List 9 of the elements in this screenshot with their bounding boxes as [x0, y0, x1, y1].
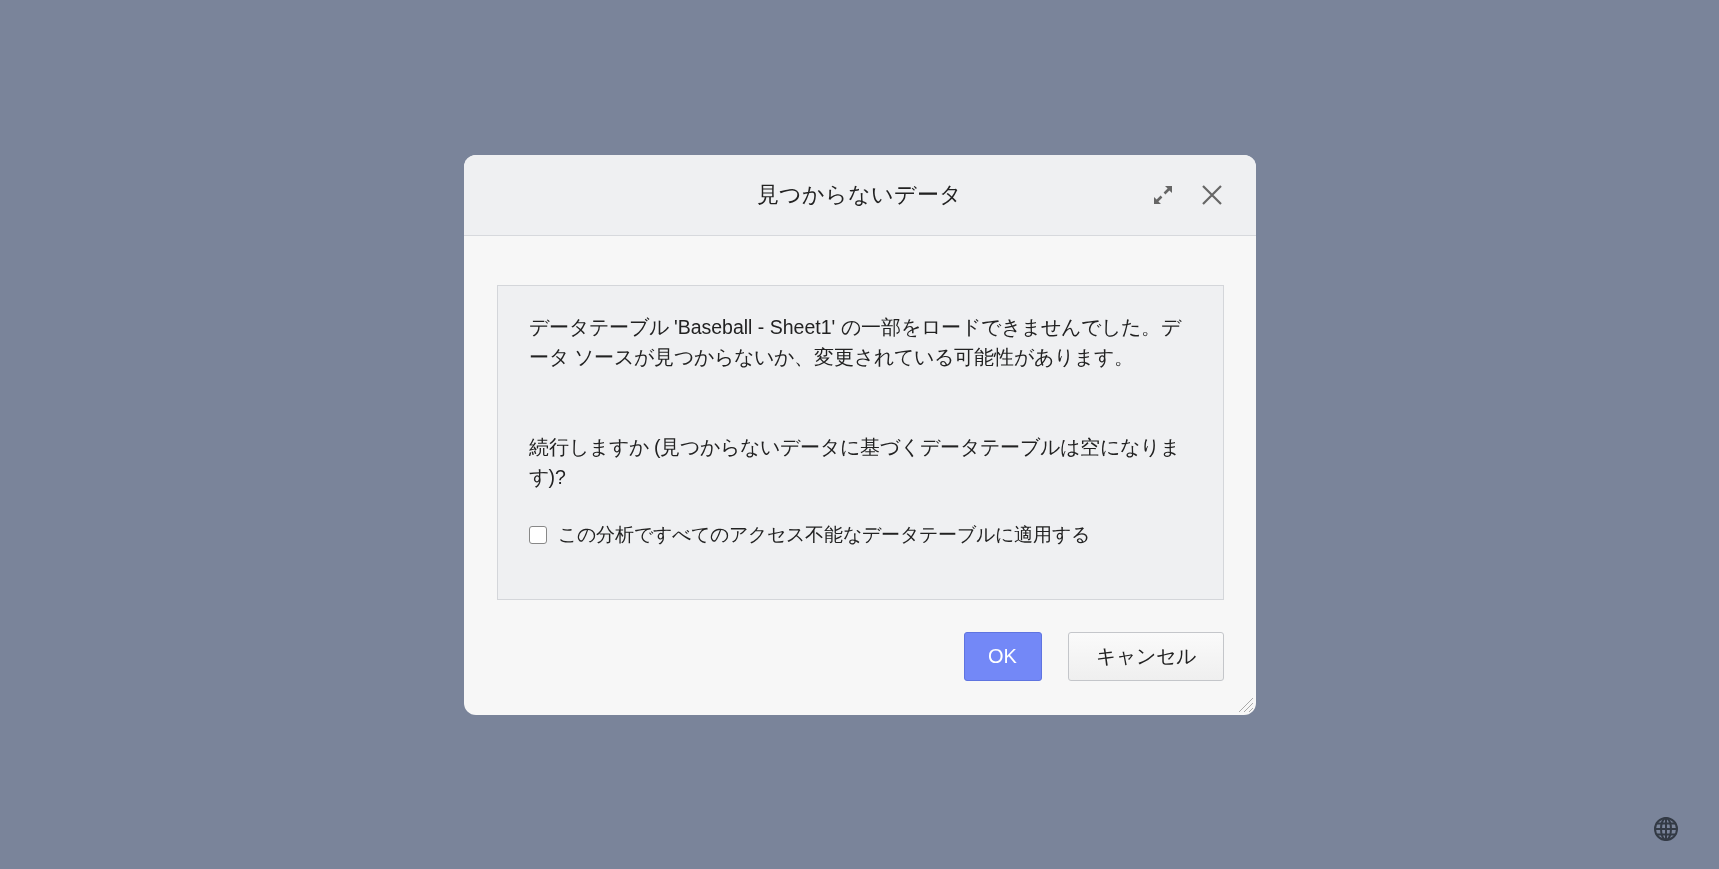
message-text: データテーブル 'Baseball - Sheet1' の一部をロードできませんでした。データ ソースが見つからないか、変更されている可能性があります。	[528, 315, 1183, 370]
dialog-title: 見つからないデータ	[757, 181, 962, 209]
message-text: 続行しますか (見つからないデータに基づくデータテーブルは空になります)?	[528, 435, 1182, 490]
expand-icon[interactable]	[1152, 185, 1173, 205]
close-icon[interactable]	[1200, 184, 1223, 206]
checkbox-label[interactable]: この分析ですべてのアクセス不能なデータテーブルに適用する	[557, 522, 1090, 548]
cancel-button[interactable]: キャンセル	[1067, 632, 1224, 681]
globe-icon[interactable]	[1653, 816, 1679, 842]
checkbox[interactable]	[528, 526, 547, 544]
